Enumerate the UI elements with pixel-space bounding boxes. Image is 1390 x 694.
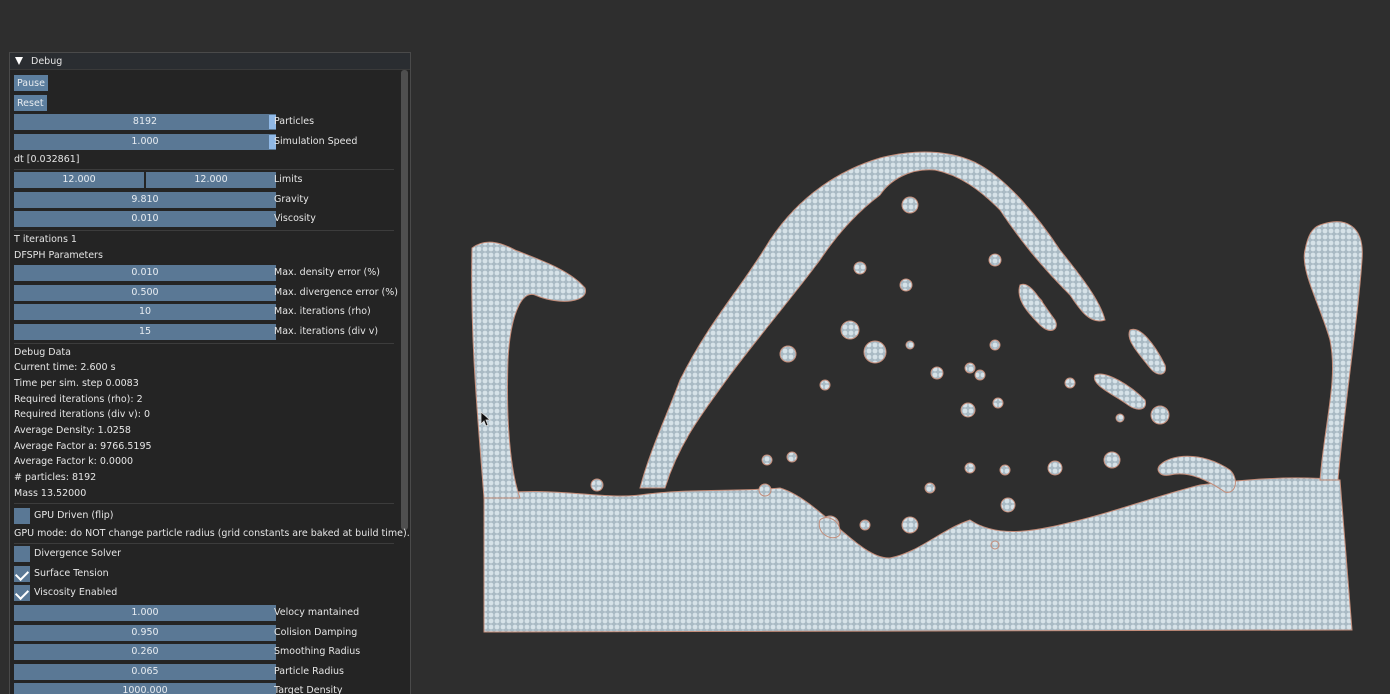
separator bbox=[14, 169, 394, 170]
max-divergence-error-field[interactable]: 0.500 bbox=[14, 285, 276, 301]
max-divergence-error-label: Max. divergence error (%) bbox=[274, 287, 398, 298]
debug-line: Mass 13.52000 bbox=[14, 488, 87, 499]
fluid-left-wall bbox=[471, 241, 586, 499]
fluid-pool bbox=[483, 477, 1353, 633]
debug-data-heading: Debug Data bbox=[14, 347, 71, 358]
fluid-particles bbox=[471, 151, 1363, 633]
max-iterations-divv-field[interactable]: 15 bbox=[14, 324, 276, 340]
viscosity-enabled-label: Viscosity Enabled bbox=[34, 587, 118, 598]
viscosity-field[interactable]: 0.010 bbox=[14, 211, 276, 227]
max-density-error-field[interactable]: 0.010 bbox=[14, 265, 276, 281]
target-density-label: Target Density bbox=[274, 685, 343, 694]
simulation-speed-value: 1.000 bbox=[131, 136, 159, 147]
velocity-maintained-field[interactable]: 1.000 bbox=[14, 605, 276, 621]
collapse-triangle-icon[interactable] bbox=[15, 57, 23, 65]
debug-line: # particles: 8192 bbox=[14, 472, 97, 483]
collision-damping-field[interactable]: 0.950 bbox=[14, 625, 276, 641]
surface-tension-checkbox[interactable] bbox=[14, 566, 30, 582]
debug-window-title: Debug bbox=[31, 55, 63, 67]
separator bbox=[14, 503, 394, 504]
viscosity-enabled-checkbox[interactable] bbox=[14, 585, 30, 601]
debug-content: Pause Reset 8192 Particles 1.000 Simulat… bbox=[10, 70, 410, 694]
surface-tension-label: Surface Tension bbox=[34, 568, 109, 579]
limits-label: Limits bbox=[274, 174, 303, 185]
t-iterations-text: T iterations 1 bbox=[14, 234, 77, 245]
fluid-simulation-viewport bbox=[471, 151, 1363, 633]
debug-window: Debug Pause Reset 8192 Particles 1.000 S… bbox=[9, 52, 411, 694]
particle-radius-field[interactable]: 0.065 bbox=[14, 664, 276, 680]
gpu-note: GPU mode: do NOT change particle radius … bbox=[14, 528, 410, 539]
debug-line: Time per sim. step 0.0083 bbox=[14, 378, 139, 389]
max-iterations-divv-label: Max. iterations (div v) bbox=[274, 326, 379, 337]
gravity-label: Gravity bbox=[274, 194, 309, 205]
particles-slider[interactable]: 8192 bbox=[14, 114, 276, 130]
particle-radius-label: Particle Radius bbox=[274, 666, 344, 677]
gravity-field[interactable]: 9.810 bbox=[14, 192, 276, 208]
debug-line: Required iterations (rho): 2 bbox=[14, 394, 143, 405]
particles-value: 8192 bbox=[132, 116, 158, 127]
collision-damping-label: Colision Damping bbox=[274, 627, 358, 638]
simulation-speed-label: Simulation Speed bbox=[274, 136, 358, 147]
particles-label: Particles bbox=[274, 116, 315, 127]
mouse-cursor-icon bbox=[480, 411, 492, 427]
debug-window-titlebar[interactable]: Debug bbox=[10, 53, 410, 70]
target-density-field[interactable]: 1000.000 bbox=[14, 683, 276, 694]
debug-line: Average Factor k: 0.0000 bbox=[14, 456, 134, 467]
dt-text: dt [0.032861] bbox=[14, 154, 80, 165]
separator bbox=[14, 343, 394, 344]
simulation-speed-slider[interactable]: 1.000 bbox=[14, 134, 276, 150]
velocity-maintained-label: Velocy mantained bbox=[274, 607, 360, 618]
gpu-driven-checkbox[interactable] bbox=[14, 508, 30, 524]
scrollbar[interactable] bbox=[401, 70, 408, 530]
viscosity-label: Viscosity bbox=[274, 213, 316, 224]
divergence-solver-label: Divergence Solver bbox=[34, 548, 121, 559]
smoothing-radius-label: Smoothing Radius bbox=[274, 646, 361, 657]
debug-line: Required iterations (div v): 0 bbox=[14, 409, 151, 420]
fluid-right-wall bbox=[1303, 221, 1363, 481]
debug-line: Average Factor a: 9766.5195 bbox=[14, 441, 152, 452]
debug-line: Average Density: 1.0258 bbox=[14, 425, 131, 436]
max-iterations-rho-field[interactable]: 10 bbox=[14, 304, 276, 320]
reset-button[interactable]: Reset bbox=[14, 95, 47, 111]
max-iterations-rho-label: Max. iterations (rho) bbox=[274, 306, 371, 317]
dfsph-heading: DFSPH Parameters bbox=[14, 250, 103, 261]
separator bbox=[14, 230, 394, 231]
smoothing-radius-field[interactable]: 0.260 bbox=[14, 644, 276, 660]
limits-x-field[interactable]: 12.000 bbox=[14, 172, 144, 188]
pause-button[interactable]: Pause bbox=[14, 75, 48, 91]
debug-line: Current time: 2.600 s bbox=[14, 362, 116, 373]
max-density-error-label: Max. density error (%) bbox=[274, 267, 380, 278]
separator bbox=[14, 543, 394, 544]
limits-y-field[interactable]: 12.000 bbox=[146, 172, 276, 188]
gpu-driven-label: GPU Driven (flip) bbox=[34, 510, 114, 521]
divergence-solver-checkbox[interactable] bbox=[14, 546, 30, 562]
